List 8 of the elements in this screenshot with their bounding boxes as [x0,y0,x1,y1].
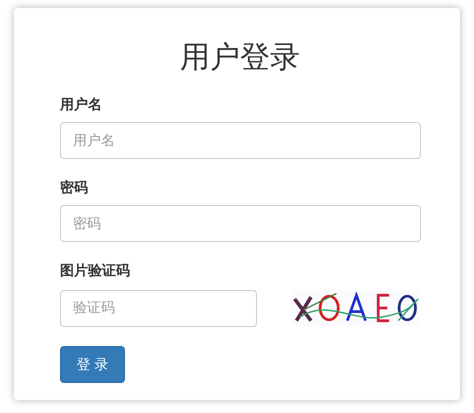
password-field[interactable]: 密码 [60,205,421,242]
login-button[interactable]: 登 录 [60,346,125,383]
captcha-field[interactable]: 验证码 [60,290,257,326]
field-label: 密码 [60,179,89,197]
field-label: 图片验证码 [60,262,131,280]
field-label: 用户名 [60,96,103,114]
page-title: 用户登录 [179,39,301,77]
username-field[interactable]: 用户名 [60,122,421,159]
